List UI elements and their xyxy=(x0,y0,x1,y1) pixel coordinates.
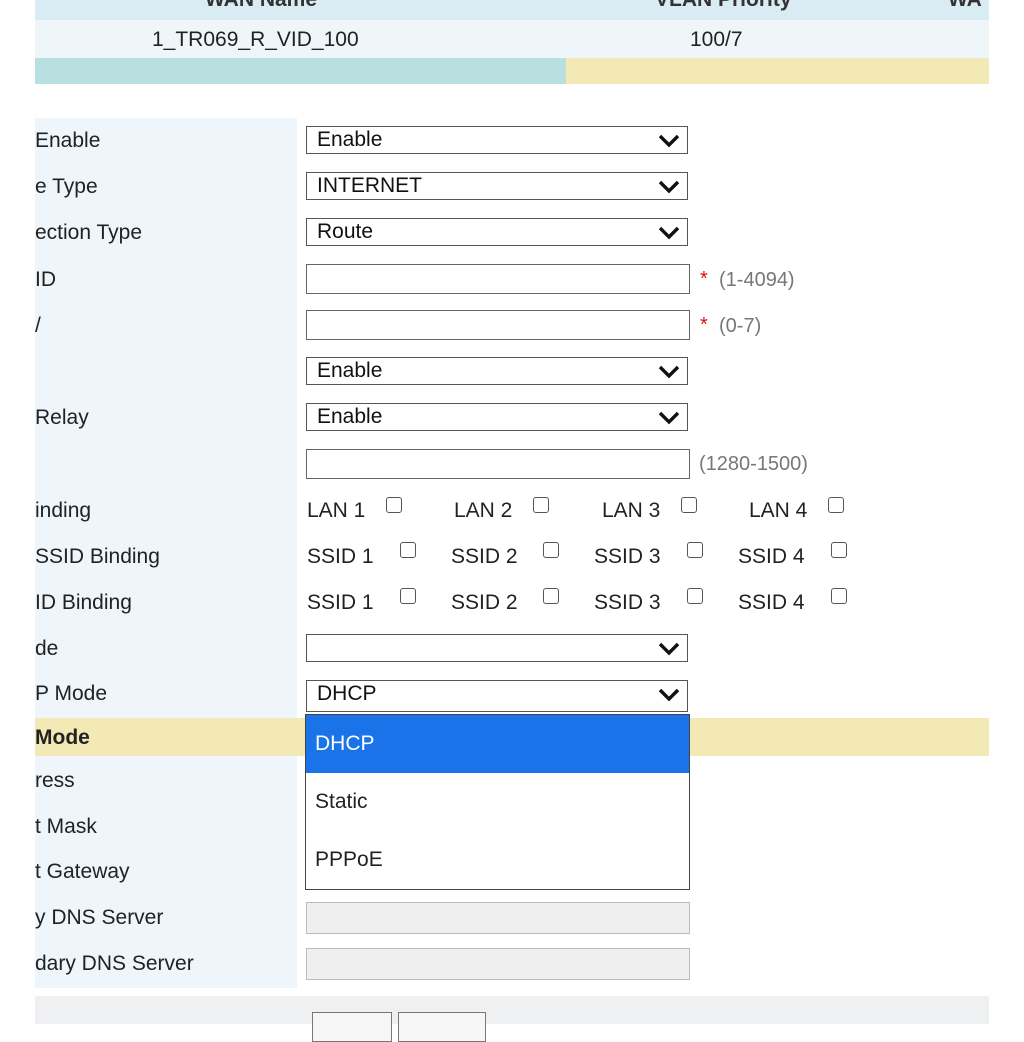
chevron-down-icon xyxy=(658,365,680,379)
wan-table-header xyxy=(35,0,989,20)
ssid-5g-2-label: SSID 2 xyxy=(451,591,518,614)
service-type-select[interactable]: INTERNET xyxy=(306,172,688,200)
apply-button[interactable] xyxy=(312,1012,392,1042)
label-subnet-mask: t Mask xyxy=(35,815,97,838)
label-secondary-dns: dary DNS Server xyxy=(35,952,194,975)
lan-2-checkbox[interactable] xyxy=(533,497,549,513)
enable-select-value: Enable xyxy=(317,128,383,151)
ssid-2-label: SSID 2 xyxy=(451,545,518,568)
wan-extra-header: WA xyxy=(948,0,982,12)
vlan-id-input[interactable] xyxy=(306,264,690,294)
ssid-1-label: SSID 1 xyxy=(307,545,374,568)
label-mode: de xyxy=(35,637,59,660)
wan-name-cell: 1_TR069_R_VID_100 xyxy=(152,28,359,51)
section-title: Mode xyxy=(35,726,90,749)
lan-3-checkbox[interactable] xyxy=(681,497,697,513)
secondary-dns-input[interactable] xyxy=(306,948,690,980)
label-primary-dns: y DNS Server xyxy=(35,906,164,929)
ssid-5g-1-label: SSID 1 xyxy=(307,591,374,614)
ssid-3-label: SSID 3 xyxy=(594,545,661,568)
ip-mode-dropdown: DHCP Static PPPoE xyxy=(305,714,690,890)
label-lan-binding: inding xyxy=(35,499,92,522)
priority-required-mark: * xyxy=(700,314,708,336)
nat-select-value: Enable xyxy=(317,359,383,382)
chevron-down-icon xyxy=(658,180,680,194)
lan-1-checkbox[interactable] xyxy=(386,497,402,513)
label-gateway: t Gateway xyxy=(35,860,130,883)
dropdown-option-static[interactable]: Static xyxy=(306,773,689,831)
chevron-down-icon xyxy=(658,688,680,702)
relay-select-value: Enable xyxy=(317,405,383,428)
ip-mode-select-value: DHCP xyxy=(317,682,377,705)
lan-1-label: LAN 1 xyxy=(307,499,366,522)
relay-select[interactable]: Enable xyxy=(306,403,688,431)
label-service-type: e Type xyxy=(35,175,98,198)
chevron-down-icon xyxy=(658,226,680,240)
ssid-5g-3-checkbox[interactable] xyxy=(687,588,703,604)
nat-select[interactable]: Enable xyxy=(306,357,688,385)
label-ssid-binding-2: ID Binding xyxy=(35,591,132,614)
priority-hint: (0-7) xyxy=(719,315,762,337)
chevron-down-icon xyxy=(658,134,680,148)
mode-select[interactable] xyxy=(306,634,688,662)
lan-2-label: LAN 2 xyxy=(454,499,513,522)
lan-3-label: LAN 3 xyxy=(602,499,661,522)
label-priority: / xyxy=(35,314,41,337)
connection-type-select-value: Route xyxy=(317,220,374,243)
ssid-2-checkbox[interactable] xyxy=(543,542,559,558)
ssid-4-label: SSID 4 xyxy=(738,545,805,568)
label-connection-type: ection Type xyxy=(35,221,143,244)
chevron-down-icon xyxy=(658,411,680,425)
lan-4-checkbox[interactable] xyxy=(828,497,844,513)
label-ssid-binding-1: SSID Binding xyxy=(35,545,160,568)
ssid-5g-4-checkbox[interactable] xyxy=(831,588,847,604)
label-vlan-id: ID xyxy=(35,268,56,291)
dropdown-option-pppoe[interactable]: PPPoE xyxy=(306,831,689,889)
ssid-4-checkbox[interactable] xyxy=(831,542,847,558)
chevron-down-icon xyxy=(658,642,680,656)
mtu-hint: (1280-1500) xyxy=(699,453,808,475)
wan-name-header: WAN Name xyxy=(205,0,317,12)
dropdown-option-dhcp[interactable]: DHCP xyxy=(306,715,689,773)
enable-select[interactable]: Enable xyxy=(306,126,688,154)
label-enable: Enable xyxy=(35,129,101,152)
vlan-priority-header: VLAN Priority xyxy=(655,0,792,12)
service-type-select-value: INTERNET xyxy=(317,174,422,197)
lan-4-label: LAN 4 xyxy=(749,499,808,522)
ssid-5g-2-checkbox[interactable] xyxy=(543,588,559,604)
ssid-5g-1-checkbox[interactable] xyxy=(400,588,416,604)
ip-mode-select[interactable]: DHCP xyxy=(306,680,688,712)
ssid-1-checkbox[interactable] xyxy=(400,542,416,558)
table-footer-bar-right xyxy=(566,58,989,84)
table-footer-bar-left xyxy=(35,58,566,84)
label-ip-address: ress xyxy=(35,769,75,792)
form-footer xyxy=(35,996,989,1024)
priority-input[interactable] xyxy=(306,310,690,340)
vlan-priority-cell: 100/7 xyxy=(690,28,743,51)
connection-type-select[interactable]: Route xyxy=(306,218,688,246)
ssid-5g-3-label: SSID 3 xyxy=(594,591,661,614)
vlan-id-required-mark: * xyxy=(700,268,708,290)
ssid-5g-4-label: SSID 4 xyxy=(738,591,805,614)
label-ip-mode: P Mode xyxy=(35,682,107,705)
vlan-id-hint: (1-4094) xyxy=(719,269,795,291)
mtu-input[interactable] xyxy=(306,449,690,479)
primary-dns-input[interactable] xyxy=(306,902,690,934)
ssid-3-checkbox[interactable] xyxy=(687,542,703,558)
label-relay: Relay xyxy=(35,406,89,429)
cancel-button[interactable] xyxy=(398,1012,486,1042)
